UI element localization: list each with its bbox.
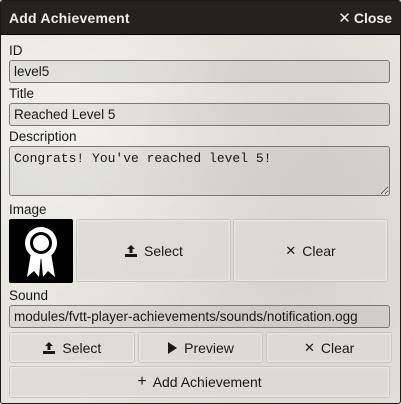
- x-icon: ✕: [285, 242, 297, 258]
- id-label: ID: [9, 43, 23, 58]
- sound-select-button[interactable]: Select: [9, 332, 135, 363]
- plus-icon: +: [137, 373, 147, 390]
- image-row: Select ✕ Clear: [9, 219, 392, 285]
- image-preview: [9, 219, 73, 283]
- sound-clear-label: Clear: [320, 339, 355, 356]
- sound-clear-button[interactable]: ✕ Clear: [266, 332, 393, 363]
- description-textarea[interactable]: Congrats! You've reached level 5!: [9, 146, 390, 196]
- description-label: Description: [9, 129, 77, 144]
- sound-button-row: Select Preview ✕ Clear: [9, 332, 393, 363]
- close-icon: ✕: [338, 9, 351, 27]
- add-achievement-button[interactable]: + Add Achievement: [9, 366, 390, 398]
- id-input[interactable]: [9, 60, 390, 83]
- form-content: ID Title Description Congrats! You've re…: [1, 35, 400, 398]
- award-ribbon-icon: [25, 227, 57, 277]
- window-titlebar[interactable]: Add Achievement ✕ Close: [1, 1, 400, 35]
- close-button[interactable]: ✕ Close: [338, 9, 392, 27]
- image-select-button[interactable]: Select: [76, 219, 231, 282]
- image-clear-label: Clear: [302, 242, 336, 259]
- x-icon: ✕: [303, 339, 315, 355]
- title-label: Title: [9, 86, 35, 101]
- sound-preview-button[interactable]: Preview: [137, 332, 264, 363]
- window-title: Add Achievement: [9, 9, 130, 26]
- add-achievement-label: Add Achievement: [152, 374, 262, 390]
- upload-icon: [124, 244, 138, 258]
- sound-preview-label: Preview: [184, 339, 234, 356]
- image-select-label: Select: [144, 242, 183, 259]
- submit-row: + Add Achievement: [9, 366, 392, 398]
- close-label: Close: [353, 9, 392, 26]
- image-clear-button[interactable]: ✕ Clear: [233, 219, 388, 282]
- sound-input[interactable]: [9, 305, 390, 328]
- title-input[interactable]: [9, 103, 390, 126]
- add-achievement-dialog: Add Achievement ✕ Close ID Title Descrip…: [0, 0, 401, 404]
- sound-label: Sound: [9, 288, 49, 303]
- sound-select-label: Select: [62, 339, 102, 356]
- upload-icon: [42, 341, 56, 355]
- image-label: Image: [9, 202, 47, 217]
- play-icon: [167, 341, 178, 354]
